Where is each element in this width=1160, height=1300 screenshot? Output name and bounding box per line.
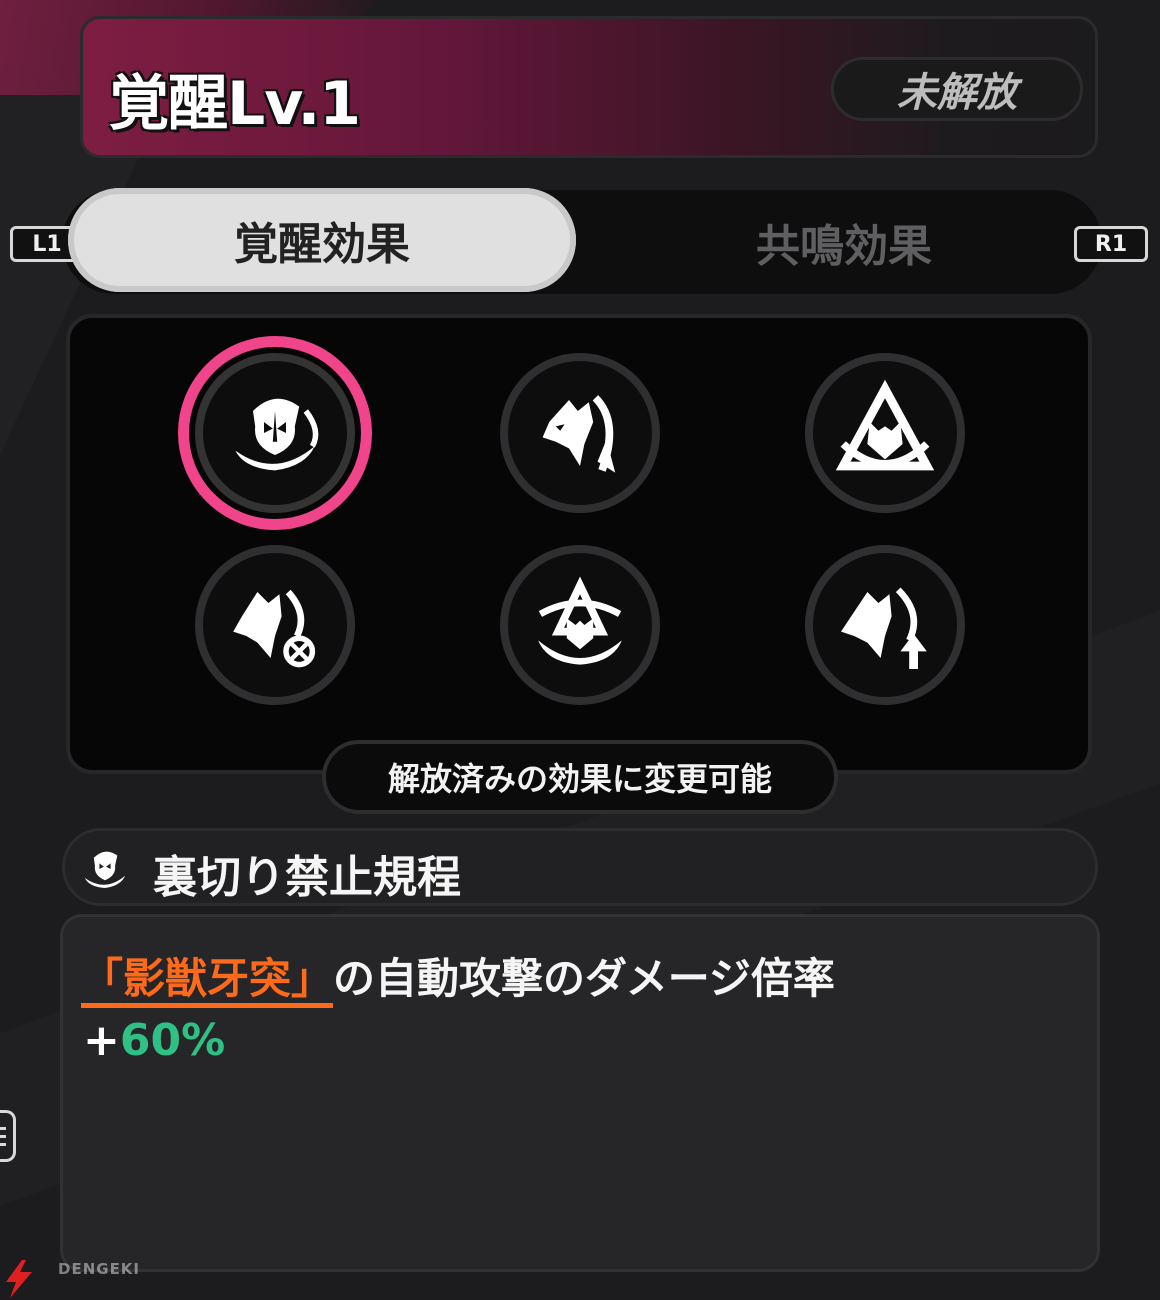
selected-effect-header: 裏切り禁止規程 [62, 828, 1098, 906]
tab-awakening-effect[interactable]: 覚醒効果 [68, 188, 576, 292]
description-text: の自動攻撃のダメージ倍率 [333, 954, 835, 1003]
awakening-header: 覚醒Lv.1 未解放 [80, 16, 1098, 158]
tab-resonance-effect[interactable]: 共鳴効果 [590, 190, 1098, 294]
skill-option-1[interactable] [195, 353, 355, 513]
lightning-logo-icon [6, 1260, 32, 1298]
unlock-status-badge: 未解放 [831, 57, 1083, 121]
value-number: 60% [119, 1015, 226, 1066]
effect-value: +60% [83, 1015, 225, 1066]
watermark-text: DENGEKI [58, 1260, 141, 1278]
skill-option-4[interactable] [195, 545, 355, 705]
wolf-hood-ring-icon [235, 398, 319, 471]
effect-description: 「影獣牙突」の自動攻撃のダメージ倍率 [81, 945, 835, 1006]
wolf-slash-icon [542, 395, 616, 473]
awakening-level-title: 覚醒Lv.1 [109, 69, 361, 139]
skill-option-5[interactable] [500, 545, 660, 705]
wolf-hood-ring-icon [84, 851, 126, 889]
skill-option-3[interactable] [805, 353, 965, 513]
wolf-target-icon [233, 589, 316, 668]
wolf-triangle-icon [835, 379, 935, 471]
value-sign: + [83, 1015, 120, 1066]
watermark: DENGEKI [0, 1258, 140, 1300]
effect-name: 裏切り禁止規程 [153, 852, 461, 903]
effect-description-panel: 「影獣牙突」の自動攻撃のダメージ倍率 +60% [60, 914, 1100, 1272]
skill-reference-link[interactable]: 「影獣牙突」 [81, 954, 333, 1003]
side-menu-icon[interactable] [0, 1110, 16, 1162]
wolf-arrow-up-icon [841, 587, 927, 669]
skill-option-6[interactable] [805, 545, 965, 705]
change-effect-note: 解放済みの効果に変更可能 [322, 740, 838, 814]
wolf-orbit-icon [538, 576, 622, 665]
skill-option-2[interactable] [500, 353, 660, 513]
